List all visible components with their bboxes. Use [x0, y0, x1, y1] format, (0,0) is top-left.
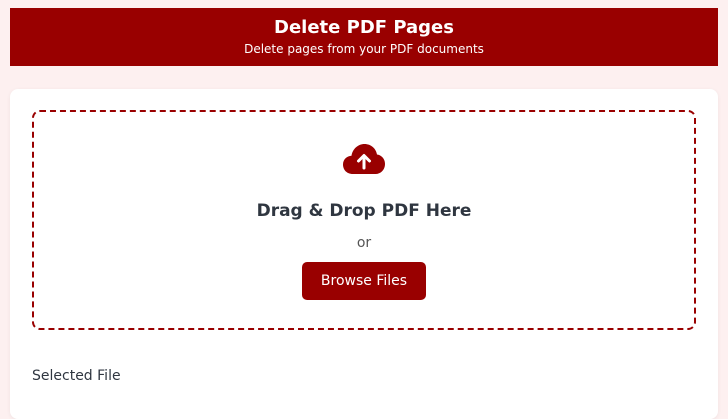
- page-subtitle: Delete pages from your PDF documents: [244, 42, 484, 56]
- cloud-upload-icon: [343, 144, 385, 174]
- selected-file-label: Selected File: [32, 368, 121, 384]
- pdf-dropzone[interactable]: Drag & Drop PDF Here or Browse Files: [32, 110, 696, 330]
- dropzone-title: Drag & Drop PDF Here: [256, 201, 472, 221]
- upload-card: Drag & Drop PDF Here or Browse Files Sel…: [10, 89, 718, 419]
- page-header: Delete PDF Pages Delete pages from your …: [10, 8, 718, 66]
- dropzone-or-text: or: [356, 235, 372, 251]
- page-title: Delete PDF Pages: [274, 17, 454, 38]
- browse-files-button[interactable]: Browse Files: [302, 262, 426, 300]
